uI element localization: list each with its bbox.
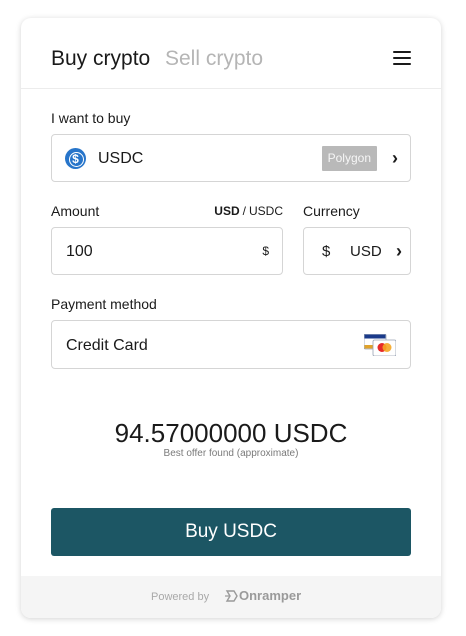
currency-label: Currency	[303, 203, 360, 219]
currency-code: USD	[350, 243, 382, 260]
buy-button[interactable]: Buy USDC	[51, 508, 411, 556]
widget-card: Buy crypto Sell crypto I want to buy $ U…	[21, 18, 441, 618]
tab-sell-crypto[interactable]: Sell crypto	[165, 47, 263, 71]
network-badge: Polygon	[321, 146, 377, 171]
visa-mastercard-icon	[364, 334, 396, 356]
payment-label: Payment method	[51, 296, 157, 312]
payment-method-select[interactable]: Credit Card	[51, 320, 411, 369]
asset-label: I want to buy	[51, 110, 131, 126]
chevron-right-icon: ›	[392, 148, 398, 168]
asset-code: USDC	[98, 150, 144, 167]
unit-separator: /	[242, 204, 246, 218]
amount-currency-symbol: $	[262, 244, 269, 258]
currency-select[interactable]: $ USD ›	[303, 227, 411, 275]
chevron-right-icon: ›	[396, 241, 402, 261]
powered-by-text: Powered by	[151, 591, 210, 603]
amount-input[interactable]: 100 $	[51, 227, 283, 275]
quote-amount: 94.57000000 USDC	[114, 418, 348, 448]
asset-select[interactable]: $ USDC Polygon ›	[51, 134, 411, 182]
onramper-brand[interactable]: Onramper	[239, 588, 301, 604]
quote-note: Best offer found (approximate)	[163, 448, 299, 459]
tab-buy-crypto[interactable]: Buy crypto	[51, 47, 150, 71]
onramper-logo-icon[interactable]	[225, 589, 239, 603]
amount-label: Amount	[51, 203, 100, 219]
unit-toggle[interactable]: USD / USDC	[214, 204, 283, 218]
footer: Powered by Onramper	[21, 576, 441, 618]
usdc-coin-icon: $	[65, 148, 86, 169]
unit-usdc[interactable]: USDC	[249, 204, 283, 218]
unit-usd[interactable]: USD	[214, 204, 239, 218]
payment-method-value: Credit Card	[66, 337, 148, 354]
amount-value[interactable]: 100	[66, 242, 93, 262]
currency-symbol: $	[322, 243, 331, 260]
header: Buy crypto Sell crypto	[21, 18, 441, 89]
hamburger-menu-icon[interactable]	[393, 51, 411, 67]
